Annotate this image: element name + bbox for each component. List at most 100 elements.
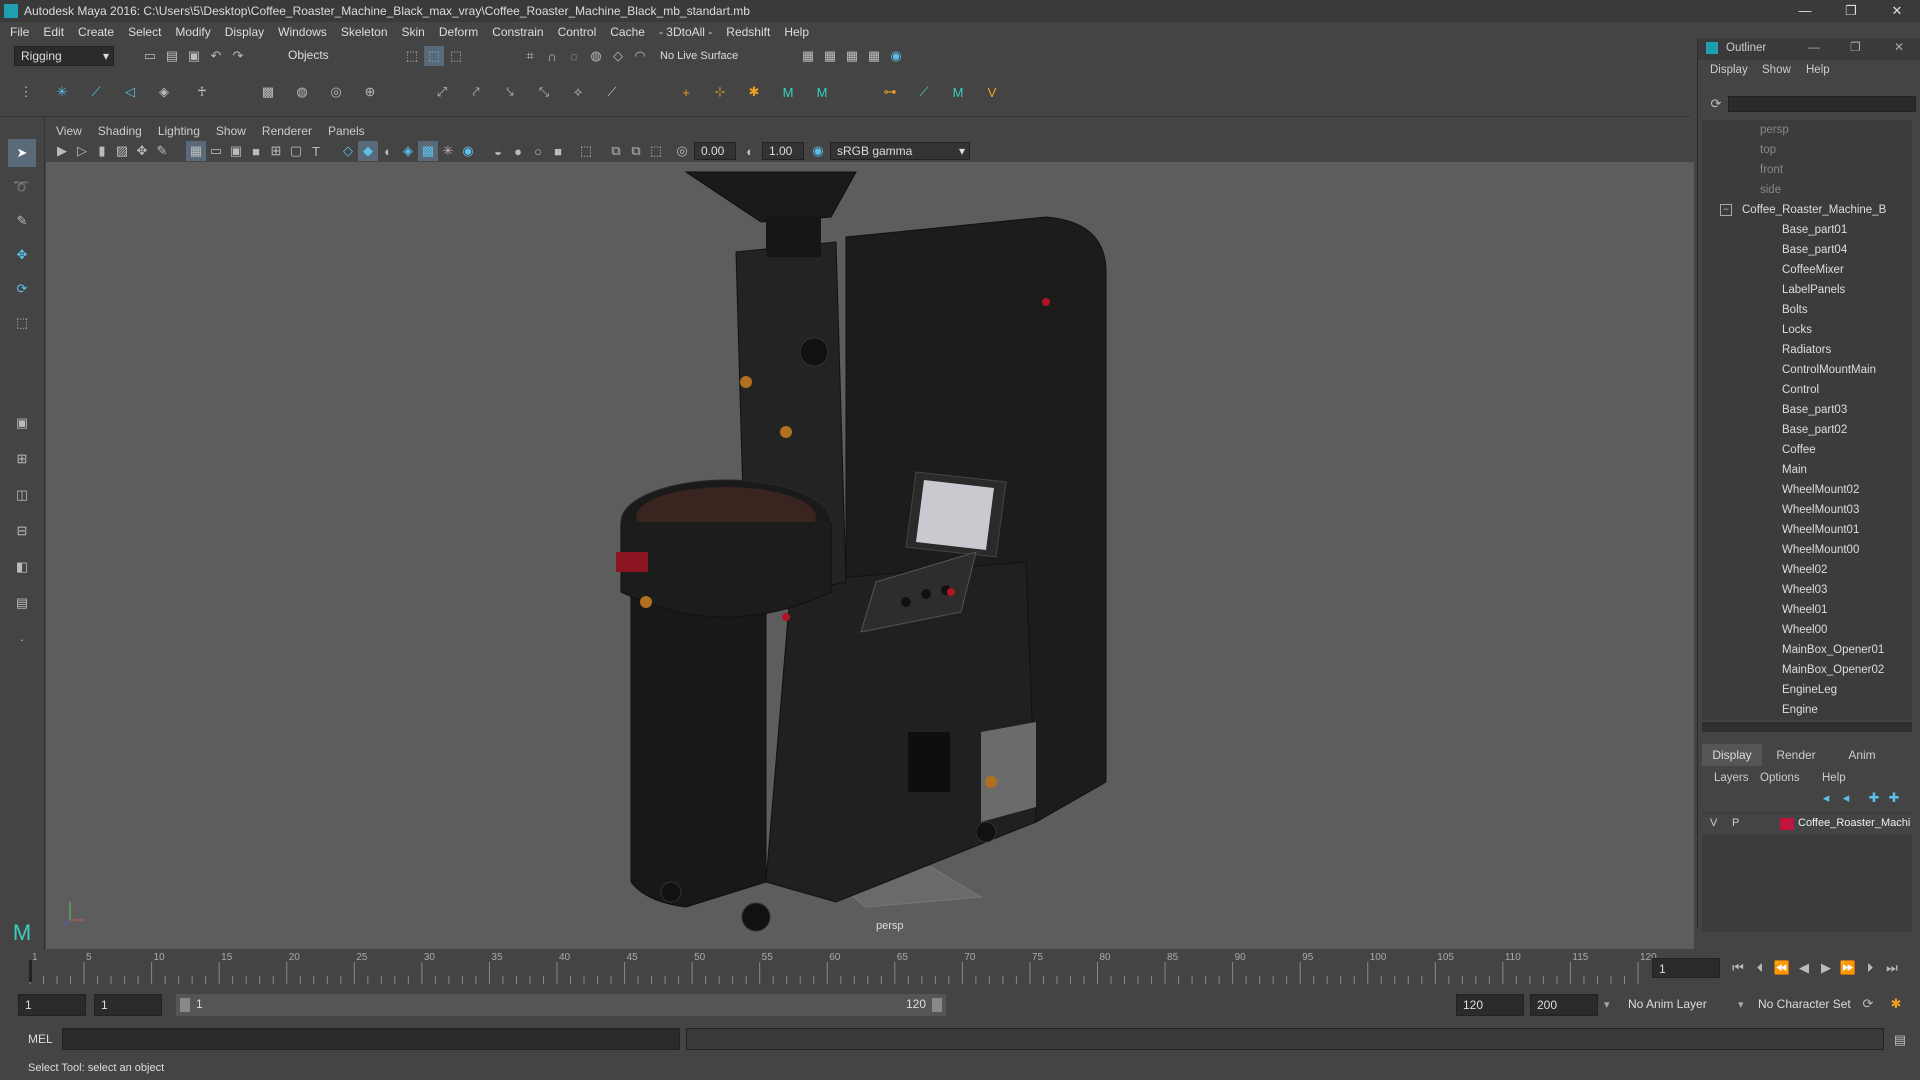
layer-playback-toggle[interactable]: P — [1732, 817, 1739, 829]
paint-weights-icon[interactable]: ◈ — [154, 82, 174, 102]
tree-child-item[interactable]: Main — [1782, 460, 1912, 480]
tree-child-item[interactable]: Engine — [1782, 700, 1912, 720]
safe-title-icon[interactable]: T — [306, 141, 326, 161]
snap-surface-icon[interactable]: ◇ — [608, 46, 628, 66]
tree-child-item[interactable]: Wheel00 — [1782, 620, 1912, 640]
tree-child-item[interactable]: Wheel03 — [1782, 580, 1912, 600]
restore-button[interactable]: ❐ — [1828, 0, 1874, 22]
lattice-icon[interactable]: ▩ — [258, 82, 278, 102]
layout-options-icon[interactable]: · — [8, 625, 36, 653]
tree-child-item[interactable]: Base_part02 — [1782, 420, 1912, 440]
exposure-field[interactable]: 0.00 — [694, 142, 736, 160]
current-frame-field[interactable]: 1 — [1652, 958, 1720, 978]
xray-components-icon[interactable]: ⬚ — [646, 141, 666, 161]
menu-modify[interactable]: Modify — [175, 25, 210, 39]
layers-menu-layers[interactable]: Layers — [1714, 772, 1749, 784]
tree-child-item[interactable]: Base_part03 — [1782, 400, 1912, 420]
playback-start-field[interactable]: 1 — [94, 994, 162, 1016]
persp-graph-icon[interactable]: ⊟ — [8, 517, 36, 545]
scale-constraint-icon[interactable]: ⤡ — [534, 82, 554, 102]
sculpt-icon[interactable]: ⊕ — [360, 82, 380, 102]
time-slider[interactable]: 1 5 10 15 20 25 30 35 40 45 50 55 60 65 70 75 80 85 90 95 10… — [0, 950, 1920, 990]
snap-view-icon[interactable]: ◍ — [586, 46, 606, 66]
safe-action-icon[interactable]: ▢ — [286, 141, 306, 161]
pole-vector-icon[interactable]: ⟋ — [602, 82, 622, 102]
tree-camera-item[interactable]: top — [1760, 140, 1912, 160]
perspective-viewport[interactable]: persp — [46, 162, 1694, 949]
aim-constraint-icon[interactable]: ⤤ — [466, 82, 486, 102]
undo-icon[interactable]: ↶ — [206, 46, 226, 66]
xray-icon[interactable]: ⧉ — [606, 141, 626, 161]
tree-child-item[interactable]: MainBox_Opener01 — [1782, 640, 1912, 660]
live-surface-label[interactable]: No Live Surface — [660, 50, 738, 62]
snap-grid-icon[interactable]: ⌗ — [520, 46, 540, 66]
field-chart-icon[interactable]: ⊞ — [266, 141, 286, 161]
select-component-icon[interactable]: ⬚ — [446, 46, 466, 66]
outliner-scrollbar[interactable] — [1702, 722, 1912, 732]
wireframe-on-shaded-icon[interactable]: ◈ — [398, 141, 418, 161]
step-back-frame-icon[interactable]: ⏪ — [1772, 958, 1792, 978]
tree-camera-item[interactable]: persp — [1760, 120, 1912, 140]
tree-child-item[interactable]: Base_part04 — [1782, 240, 1912, 260]
outliner-restore-button[interactable]: ❐ — [1850, 40, 1861, 54]
menu-help[interactable]: Help — [784, 25, 809, 39]
close-button[interactable]: ✕ — [1874, 0, 1920, 22]
menu-windows[interactable]: Windows — [278, 25, 327, 39]
menu-control[interactable]: Control — [558, 25, 597, 39]
menu-deform[interactable]: Deform — [439, 25, 478, 39]
bookmark-icon[interactable]: ▮ — [92, 141, 112, 161]
side-by-side-icon[interactable]: ◫ — [8, 481, 36, 509]
range-start-handle[interactable] — [180, 998, 190, 1012]
panel-menu-show[interactable]: Show — [216, 124, 246, 138]
play-forward-icon[interactable]: ▶ — [1816, 958, 1836, 978]
snap-point-icon[interactable]: ◌ — [564, 46, 584, 66]
render-view-icon[interactable]: ▦ — [820, 46, 840, 66]
select-hierarchy-icon[interactable]: ⬚ — [402, 46, 422, 66]
outliner-menu-show[interactable]: Show — [1762, 64, 1791, 76]
textured-icon[interactable]: ▩ — [418, 141, 438, 161]
tree-camera-item[interactable]: front — [1760, 160, 1912, 180]
outliner-search-input[interactable] — [1728, 96, 1916, 112]
menu-create[interactable]: Create — [78, 25, 114, 39]
step-forward-frame-icon[interactable]: ⏩ — [1838, 958, 1858, 978]
outliner-minimize-button[interactable]: — — [1808, 40, 1820, 54]
menu-file[interactable]: File — [10, 25, 29, 39]
smooth-shade-icon[interactable]: ◆ — [358, 141, 378, 161]
tree-child-item[interactable]: WheelMount03 — [1782, 500, 1912, 520]
shadows-icon[interactable]: ◉ — [458, 141, 478, 161]
blend-shape-icon[interactable]: ⟋ — [914, 82, 934, 102]
ik-spline-icon[interactable]: ◁ — [120, 82, 140, 102]
point-constraint-icon[interactable]: ⤢ — [432, 82, 452, 102]
layers-menu-options[interactable]: Options — [1760, 772, 1800, 784]
outliner-menu-display[interactable]: Display — [1710, 64, 1748, 76]
move-tool-icon[interactable]: ✥ — [8, 241, 36, 269]
camera-icon[interactable]: ▶ — [52, 141, 72, 161]
locator-icon[interactable]: + — [676, 82, 696, 102]
snap-curve-icon[interactable]: ∩ — [542, 46, 562, 66]
chevron-down-icon[interactable]: ▾ — [1738, 994, 1750, 1016]
camera-attr-icon[interactable]: ▷ — [72, 141, 92, 161]
anim-preferences-icon[interactable]: ✱ — [1886, 994, 1906, 1014]
screen-space-ao-icon[interactable]: ◒ — [488, 141, 508, 161]
tree-child-item[interactable]: WheelMount01 — [1782, 520, 1912, 540]
menu-edit[interactable]: Edit — [43, 25, 64, 39]
tree-child-item[interactable]: LabelPanels — [1782, 280, 1912, 300]
render-frame-icon[interactable]: ▦ — [842, 46, 862, 66]
layer-visibility-toggle[interactable]: V — [1710, 817, 1717, 829]
tree-child-item[interactable]: EngineLeg — [1782, 680, 1912, 700]
exposure-icon[interactable]: ◎ — [672, 141, 692, 161]
tree-child-item[interactable]: Coffee — [1782, 440, 1912, 460]
playback-end-field[interactable]: 120 — [1456, 994, 1524, 1016]
redo-icon[interactable]: ↷ — [228, 46, 248, 66]
persp-outliner-icon[interactable]: ◧ — [8, 553, 36, 581]
tree-child-item[interactable]: MainBox_Opener02 — [1782, 660, 1912, 680]
collapse-icon[interactable]: − — [1720, 204, 1732, 216]
color-management-icon[interactable]: ◉ — [808, 141, 828, 161]
four-view-icon[interactable]: ⊞ — [8, 445, 36, 473]
menu-cache[interactable]: Cache — [610, 25, 645, 39]
shelf-options-icon[interactable]: ⋮ — [16, 82, 36, 102]
range-end-handle[interactable] — [932, 998, 942, 1012]
depth-of-field-icon[interactable]: ■ — [548, 141, 568, 161]
snap-pivot-icon[interactable]: ◠ — [630, 46, 650, 66]
save-scene-icon[interactable]: ▣ — [184, 46, 204, 66]
